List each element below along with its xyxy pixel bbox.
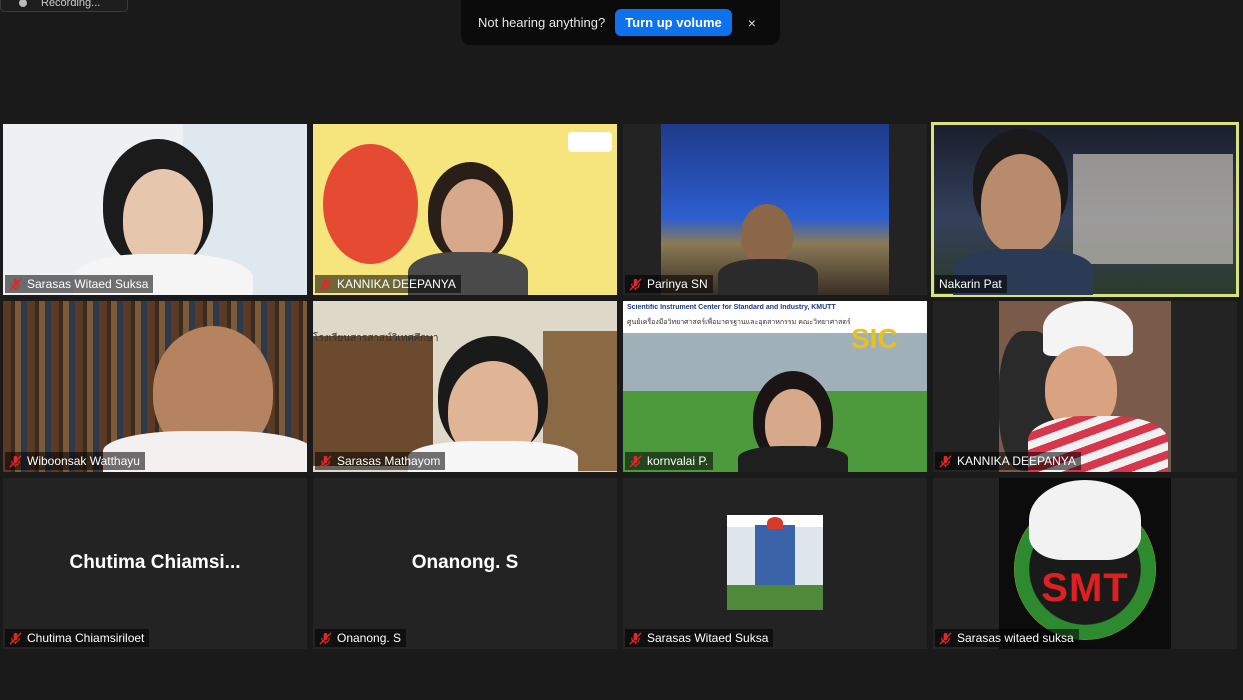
audio-notification-banner: Not hearing anything? Turn up volume × [461,0,780,45]
participant-name: Onanong. S [337,631,402,645]
banner-message: Not hearing anything? [478,15,606,30]
muted-mic-icon [629,277,642,291]
video-tile[interactable]: โรงเรียนสารสาสน์วิเทศศึกษา Sarasas Matha… [313,301,617,472]
participant-name-label: Onanong. S [315,629,407,647]
video-tile[interactable]: KANNIKA DEEPANYA [313,124,617,295]
building-dome [767,517,783,529]
close-banner-icon[interactable]: × [748,15,756,31]
video-tile[interactable]: KANNIKA DEEPANYA [933,301,1237,472]
participant-name-label: Sarasas witaed suksa [935,629,1079,647]
video-tile[interactable]: SMT Sarasas witaed suksa [933,478,1237,649]
participant-name: Parinya SN [647,277,708,291]
participant-body [738,446,848,472]
cartoon-mascot [323,144,418,264]
sic-subtitle: ศูนย์เครื่องมือวิทยาศาสตร์เพื่อมาตรฐานแล… [627,319,851,326]
muted-mic-icon [939,454,952,468]
muted-mic-icon [9,631,22,645]
recording-indicator[interactable]: Recording... [0,0,128,12]
video-tile-active-speaker[interactable]: Nakarin Pat [931,122,1239,297]
participant-name: Sarasas Witaed Suksa [647,631,769,645]
profile-picture: SMT [999,478,1171,649]
participant-name: Wiboonsak Watthayu [27,454,140,468]
muted-mic-icon [319,454,332,468]
video-tile[interactable]: Parinya SN [623,124,927,295]
sic-title: Scientific Instrument Center for Standar… [627,304,836,311]
participant-name-label: Chutima Chiamsiriloet [5,629,150,647]
recording-label: Recording... [41,0,101,9]
school-building [755,525,795,585]
participant-name: kornvalai P. [647,454,709,468]
profile-picture [727,515,823,610]
participant-display-name: Onanong. S [411,552,519,573]
participant-name-label: Nakarin Pat [935,275,1007,293]
participant-name: KANNIKA DEEPANYA [957,454,1076,468]
video-tile[interactable]: Sarasas Witaed Suksa [3,124,307,295]
video-tile-camera-off[interactable]: Chutima Chiamsi... Chutima Chiamsiriloet [3,478,307,649]
building-background [1073,154,1233,264]
participant-face [741,204,793,266]
participant-name-label: Sarasas Witaed Suksa [5,275,154,293]
muted-mic-icon [9,454,22,468]
participant-name-label: Parinya SN [625,275,713,293]
muted-mic-icon [9,277,22,291]
muted-mic-icon [629,631,642,645]
participant-name-label: kornvalai P. [625,452,714,470]
muted-mic-icon [629,454,642,468]
participant-name-label: Sarasas Mathayom [315,452,446,470]
participant-name: Nakarin Pat [939,277,1002,291]
video-tile[interactable]: Wiboonsak Watthayu [3,301,307,472]
muted-mic-icon [319,277,332,291]
participant-face [981,154,1061,254]
channel-logo [568,132,612,152]
participant-name: Sarasas Mathayom [337,454,441,468]
participant-name: Chutima Chiamsiriloet [27,631,145,645]
video-tile[interactable]: Scientific Instrument Center for Standar… [623,301,927,472]
muted-mic-icon [939,631,952,645]
recording-dot-icon [19,0,27,7]
participant-display-name: Chutima Chiamsi... [69,552,241,573]
elephant-emblem [1029,480,1141,560]
display-cabinet [313,336,433,466]
sic-logo: SIC [851,323,898,354]
turn-up-volume-button[interactable]: Turn up volume [615,9,732,36]
participant-face [441,179,503,259]
video-tile-camera-off[interactable]: Sarasas Witaed Suksa [623,478,927,649]
participant-name-label: Wiboonsak Watthayu [5,452,145,470]
video-tile-camera-off[interactable]: Onanong. S Onanong. S [313,478,617,649]
participant-name-label: KANNIKA DEEPANYA [315,275,461,293]
smt-logo: SMT [1041,566,1129,610]
participant-name: Sarasas Witaed Suksa [27,277,149,291]
participant-name: Sarasas witaed suksa [957,631,1074,645]
participant-body [718,259,818,295]
participant-name: KANNIKA DEEPANYA [337,277,456,291]
muted-mic-icon [319,631,332,645]
participant-name-label: Sarasas Witaed Suksa [625,629,774,647]
participant-name-label: KANNIKA DEEPANYA [935,452,1081,470]
